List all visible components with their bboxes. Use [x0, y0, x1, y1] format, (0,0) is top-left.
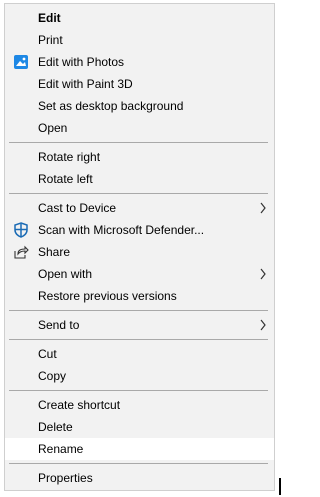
menu-item-set-desktop-background[interactable]: Set as desktop background: [5, 95, 274, 117]
context-menu: Edit Print Edit with Photos Edit with Pa…: [4, 3, 275, 491]
chevron-right-icon: [258, 314, 268, 336]
menu-item-label: Rotate right: [38, 150, 101, 164]
menu-item-label: Open: [38, 121, 68, 135]
menu-item-copy[interactable]: Copy: [5, 365, 274, 387]
menu-item-properties[interactable]: Properties: [5, 467, 274, 489]
menu-item-label: Properties: [38, 471, 93, 485]
menu-item-cut[interactable]: Cut: [5, 343, 274, 365]
menu-separator: [5, 387, 274, 394]
menu-item-rotate-left[interactable]: Rotate left: [5, 168, 274, 190]
menu-item-label: Create shortcut: [38, 398, 121, 412]
menu-item-create-shortcut[interactable]: Create shortcut: [5, 394, 274, 416]
menu-item-cast-to-device[interactable]: Cast to Device: [5, 197, 274, 219]
menu-item-send-to[interactable]: Send to: [5, 314, 274, 336]
menu-item-label: Edit with Paint 3D: [38, 77, 133, 91]
text-cursor: [279, 478, 281, 495]
menu-separator: [5, 460, 274, 467]
menu-item-label: Copy: [38, 369, 67, 383]
menu-item-label: Edit with Photos: [38, 55, 125, 69]
menu-item-label: Scan with Microsoft Defender...: [38, 223, 205, 237]
menu-item-open[interactable]: Open: [5, 117, 274, 139]
menu-item-delete[interactable]: Delete: [5, 416, 274, 438]
menu-item-label: Send to: [38, 318, 80, 332]
menu-separator: [5, 307, 274, 314]
chevron-right-icon: [258, 197, 268, 219]
menu-separator: [5, 190, 274, 197]
menu-separator: [5, 139, 274, 146]
menu-item-edit[interactable]: Edit: [5, 7, 274, 29]
menu-item-edit-with-paint-3d[interactable]: Edit with Paint 3D: [5, 73, 274, 95]
menu-item-label: Open with: [38, 267, 93, 281]
menu-item-label: Restore previous versions: [38, 289, 177, 303]
menu-separator: [5, 336, 274, 343]
menu-item-share[interactable]: Share: [5, 241, 274, 263]
menu-item-edit-with-photos[interactable]: Edit with Photos: [5, 51, 274, 73]
menu-item-rotate-right[interactable]: Rotate right: [5, 146, 274, 168]
photos-app-icon: [13, 54, 29, 70]
menu-item-label: Delete: [38, 420, 73, 434]
menu-item-rename[interactable]: Rename: [5, 438, 274, 460]
share-icon: [13, 244, 29, 260]
menu-item-restore-previous-versions[interactable]: Restore previous versions: [5, 285, 274, 307]
menu-item-label: Rename: [38, 442, 84, 456]
menu-item-label: Share: [38, 245, 71, 259]
menu-item-print[interactable]: Print: [5, 29, 274, 51]
context-menu-items: Edit Print Edit with Photos Edit with Pa…: [5, 7, 274, 489]
menu-item-label: Print: [38, 33, 63, 47]
menu-item-label: Cut: [38, 347, 57, 361]
microsoft-defender-icon: [13, 222, 29, 238]
menu-item-label: Edit: [38, 11, 61, 25]
menu-item-label: Cast to Device: [38, 201, 117, 215]
menu-item-scan-with-defender[interactable]: Scan with Microsoft Defender...: [5, 219, 274, 241]
chevron-right-icon: [258, 263, 268, 285]
menu-item-label: Set as desktop background: [38, 99, 184, 113]
menu-item-open-with[interactable]: Open with: [5, 263, 274, 285]
menu-item-label: Rotate left: [38, 172, 93, 186]
